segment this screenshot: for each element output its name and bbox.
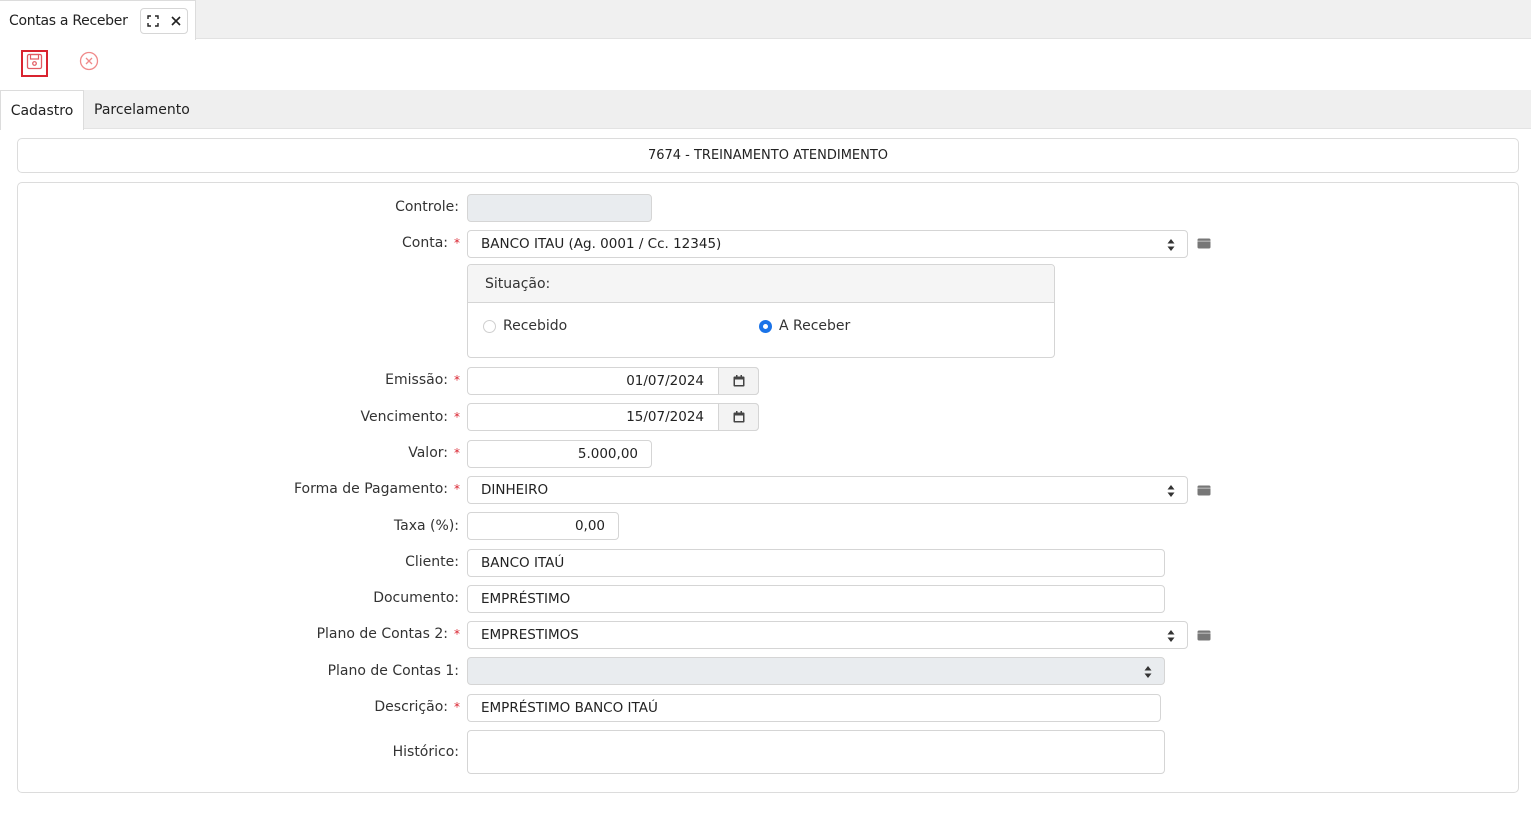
- conta-value: BANCO ITAU (Ag. 0001 / Cc. 12345): [481, 236, 722, 252]
- required-mark: *: [454, 410, 460, 424]
- calendar-icon: [733, 411, 744, 423]
- radio-a-receber-label: A Receber: [779, 318, 851, 334]
- forma-pagamento-label-text: Forma de Pagamento:: [294, 481, 448, 497]
- required-mark: *: [454, 700, 460, 714]
- required-mark: *: [454, 446, 460, 460]
- emissao-date-input[interactable]: 01/07/2024: [467, 367, 759, 395]
- sort-caret-icon: [1167, 485, 1175, 497]
- record-header: 7674 - TREINAMENTO ATENDIMENTO: [17, 138, 1519, 173]
- vencimento-calendar-button[interactable]: [718, 403, 759, 431]
- controle-label: Controle:: [395, 199, 459, 215]
- radio-recebido[interactable]: Recebido: [483, 318, 567, 334]
- emissao-label: Emissão: *: [385, 372, 460, 388]
- toolbar: [0, 40, 1531, 90]
- emissao-label-text: Emissão:: [385, 372, 448, 388]
- documento-label: Documento:: [373, 590, 459, 606]
- descricao-label: Descrição: *: [374, 699, 460, 715]
- window-tab-title: Contas a Receber: [9, 12, 128, 29]
- situacao-header: Situação:: [468, 265, 1054, 303]
- forma-pagamento-value: DINHEIRO: [481, 482, 549, 498]
- window-tab-controls: [140, 8, 188, 34]
- plano-contas-2-label-text: Plano de Contas 2:: [316, 626, 448, 642]
- vencimento-value: 15/07/2024: [626, 409, 704, 425]
- record-title: 7674 - TREINAMENTO ATENDIMENTO: [647, 148, 889, 163]
- radio-recebido-label: Recebido: [503, 318, 568, 334]
- window-tab-contas-a-receber[interactable]: Contas a Receber: [0, 0, 196, 40]
- close-icon[interactable]: [164, 9, 187, 33]
- cliente-input[interactable]: BANCO ITAÚ: [467, 549, 1165, 577]
- card-icon[interactable]: [1197, 238, 1211, 249]
- emissao-value: 01/07/2024: [626, 373, 704, 389]
- plano-contas-2-value: EMPRESTIMOS: [481, 627, 579, 643]
- vencimento-date-input[interactable]: 15/07/2024: [467, 403, 759, 431]
- sort-caret-icon: [1144, 666, 1152, 678]
- form-tabs: Cadastro Parcelamento: [0, 90, 1531, 130]
- cancel-button[interactable]: [78, 51, 100, 75]
- radio-recebido-dot[interactable]: [483, 319, 496, 333]
- emissao-calendar-button[interactable]: [718, 367, 759, 395]
- taxa-label: Taxa (%):: [393, 518, 459, 534]
- calendar-icon: [733, 375, 744, 387]
- conta-label: Conta: *: [402, 235, 460, 251]
- required-mark: *: [454, 627, 460, 641]
- forma-pagamento-select[interactable]: DINHEIRO: [467, 476, 1188, 504]
- plano-contas-1-select[interactable]: [467, 657, 1165, 685]
- tab-cadastro[interactable]: Cadastro: [0, 90, 84, 130]
- plano-contas-2-label: Plano de Contas 2: *: [317, 626, 460, 642]
- radio-a-receber-dot[interactable]: [759, 319, 772, 333]
- vencimento-label: Vencimento: *: [361, 409, 460, 425]
- cancel-circle-icon: [79, 51, 99, 75]
- required-mark: *: [454, 236, 460, 250]
- conta-select[interactable]: BANCO ITAU (Ag. 0001 / Cc. 12345): [467, 230, 1188, 258]
- window-tab-strip: Contas a Receber: [0, 0, 1531, 40]
- descricao-input[interactable]: EMPRÉSTIMO BANCO ITAÚ: [467, 694, 1161, 722]
- vencimento-label-text: Vencimento:: [360, 409, 448, 425]
- save-icon: [26, 53, 43, 74]
- required-mark: *: [454, 482, 460, 496]
- situacao-group: Situação: Recebido A Receber: [467, 264, 1055, 358]
- descricao-label-text: Descrição:: [374, 699, 448, 715]
- valor-label-text: Valor:: [408, 445, 448, 461]
- taxa-input[interactable]: 0,00: [467, 512, 619, 540]
- conta-label-text: Conta:: [402, 235, 448, 251]
- radio-a-receber[interactable]: A Receber: [759, 318, 850, 334]
- save-button[interactable]: [21, 50, 48, 77]
- required-mark: *: [454, 373, 460, 387]
- cliente-label: Cliente:: [405, 554, 459, 570]
- card-icon[interactable]: [1197, 630, 1211, 641]
- sort-caret-icon: [1167, 630, 1175, 642]
- valor-label: Valor: *: [408, 445, 460, 461]
- sort-caret-icon: [1167, 239, 1175, 251]
- valor-input[interactable]: 5.000,00: [467, 440, 652, 468]
- tab-parcelamento[interactable]: Parcelamento: [94, 90, 190, 129]
- forma-pagamento-label: Forma de Pagamento: *: [294, 481, 460, 497]
- historico-textarea[interactable]: [467, 730, 1165, 774]
- documento-input[interactable]: EMPRÉSTIMO: [467, 585, 1165, 613]
- plano-contas-1-label: Plano de Contas 1:: [327, 663, 459, 679]
- historico-label: Histórico:: [392, 744, 459, 760]
- expand-icon[interactable]: [141, 9, 164, 33]
- plano-contas-2-select[interactable]: EMPRESTIMOS: [467, 621, 1188, 649]
- controle-field[interactable]: [467, 194, 652, 222]
- card-icon[interactable]: [1197, 485, 1211, 496]
